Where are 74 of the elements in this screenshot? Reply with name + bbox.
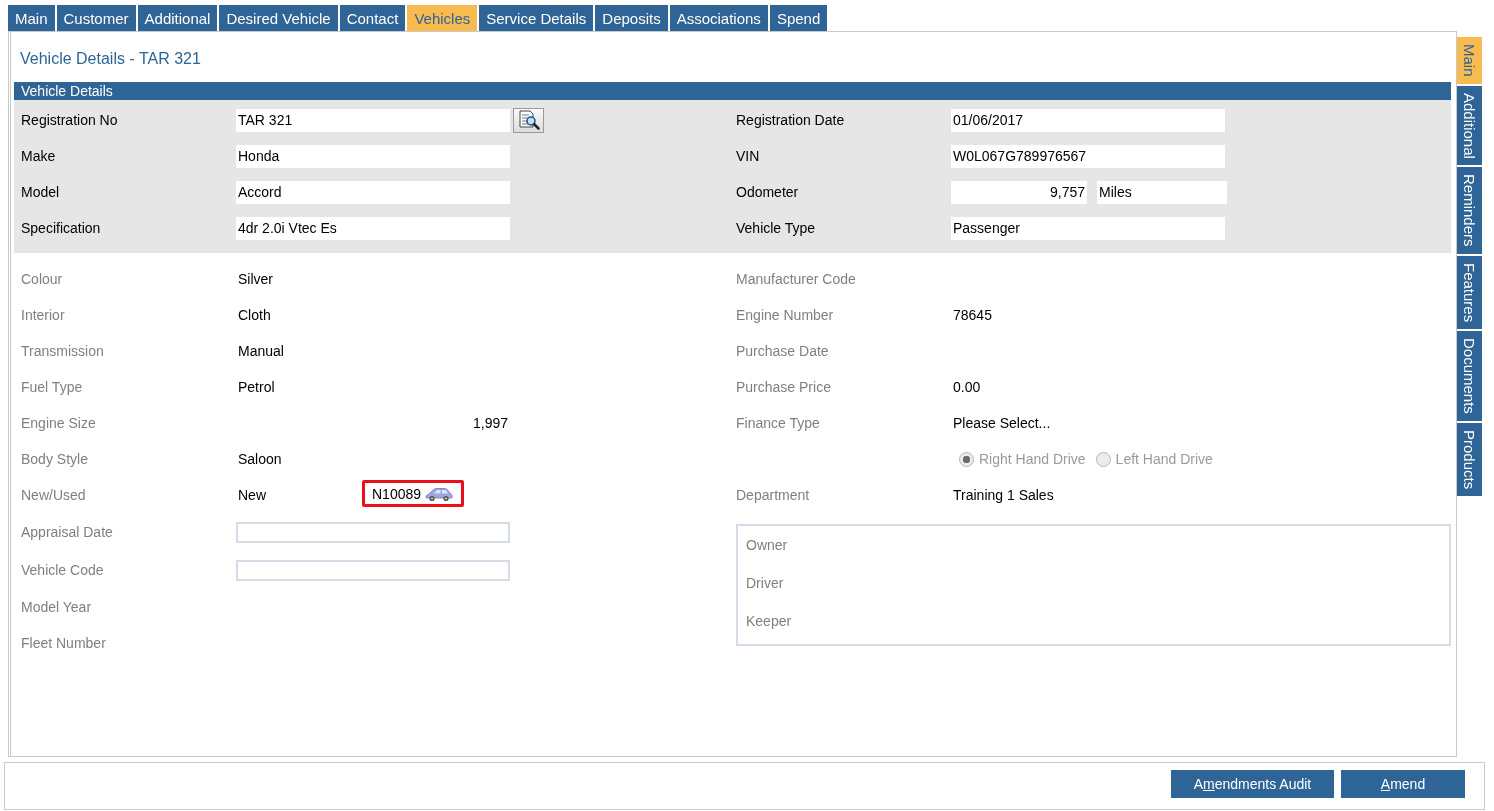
field-value: Cloth [237, 307, 271, 323]
input-field[interactable] [236, 559, 510, 581]
tab[interactable]: Desired Vehicle [219, 5, 338, 31]
car-icon [425, 485, 454, 502]
page-title: Vehicle Details - TAR 321 [20, 50, 201, 67]
side-tab[interactable]: Products [1457, 423, 1482, 497]
text-field[interactable]: 01/06/2017 [951, 108, 1225, 132]
field-label: VIN [736, 148, 761, 164]
field-label: Appraisal Date [21, 524, 114, 540]
field-label: Engine Number [736, 307, 835, 323]
field-label: Keeper [746, 613, 792, 629]
tab[interactable]: Contact [339, 5, 406, 31]
field-value: Training 1 Sales [952, 487, 1054, 503]
side-tab[interactable]: Additional [1457, 85, 1482, 166]
field-label: Colour [21, 271, 64, 287]
text-field[interactable]: Passenger [951, 216, 1225, 240]
field-label: Registration No [21, 112, 119, 128]
field-label: Engine Size [21, 415, 97, 431]
input-field[interactable] [236, 521, 510, 543]
side-tab[interactable]: Reminders [1457, 167, 1482, 254]
field-label: Make [21, 148, 57, 164]
field-label: Body Style [21, 451, 89, 467]
tab[interactable]: Main [8, 5, 55, 31]
tab[interactable]: Service Details [479, 5, 594, 31]
field-label: New/Used [21, 487, 87, 503]
field-label: Registration Date [736, 112, 846, 128]
field-value: Please Select... [952, 415, 1051, 431]
number-field[interactable]: 9,757 [951, 180, 1087, 204]
field-label: Department [736, 487, 811, 503]
text-field[interactable]: Honda [236, 144, 510, 168]
field-value: 0.00 [952, 379, 981, 395]
field-value: Saloon [237, 451, 282, 467]
field-value: Petrol [237, 379, 275, 395]
field-value: 1,997 [471, 415, 508, 431]
field-label: Purchase Date [736, 343, 830, 359]
field-label: Finance Type [736, 415, 821, 431]
text-field[interactable]: TAR 321 [236, 108, 510, 132]
field-label: Purchase Price [736, 379, 832, 395]
field-value: 78645 [952, 307, 992, 323]
text-field[interactable]: 4dr 2.0i Vtec Es [236, 216, 510, 240]
field-value: New [237, 487, 267, 503]
field-label: Fleet Number [21, 635, 107, 651]
field-label: Vehicle Code [21, 562, 105, 578]
section-header: Vehicle Details [14, 82, 1451, 100]
field-label: Fuel Type [21, 379, 84, 395]
field-label: Manufacturer Code [736, 271, 857, 287]
document-magnifier-icon [517, 110, 540, 130]
action-button[interactable]: Amendments Audit [1171, 770, 1334, 798]
action-button[interactable]: Amend [1341, 770, 1465, 798]
field-label: Driver [746, 575, 784, 591]
field-label: Owner [746, 537, 788, 553]
text-field[interactable]: W0L067G789976567 [951, 144, 1225, 168]
tab[interactable]: Spend [769, 5, 828, 31]
tab[interactable]: Associations [669, 5, 768, 31]
field-label: Specification [21, 220, 102, 236]
tab[interactable]: Additional [137, 5, 218, 31]
text-field[interactable]: Accord [236, 180, 510, 204]
lookup-button[interactable] [513, 107, 544, 133]
field-value: Silver [237, 271, 273, 287]
side-tab[interactable]: Features [1457, 255, 1482, 330]
tab[interactable]: Vehicles [407, 5, 478, 31]
field-label: Vehicle Type [736, 220, 817, 236]
field-label: Odometer [736, 184, 800, 200]
unit-field[interactable]: Miles [1097, 180, 1227, 204]
stock-number: N10089 [372, 485, 422, 502]
field-label: Interior [21, 307, 66, 323]
side-tab[interactable]: Documents [1457, 331, 1482, 421]
field-value: Manual [237, 343, 284, 359]
side-tab[interactable]: Main [1457, 37, 1482, 84]
tab[interactable]: Customer [56, 5, 136, 31]
field-label: Transmission [21, 343, 105, 359]
field-label: Model Year [21, 599, 93, 615]
field-label: Model [21, 184, 61, 200]
tab[interactable]: Deposits [595, 5, 668, 31]
